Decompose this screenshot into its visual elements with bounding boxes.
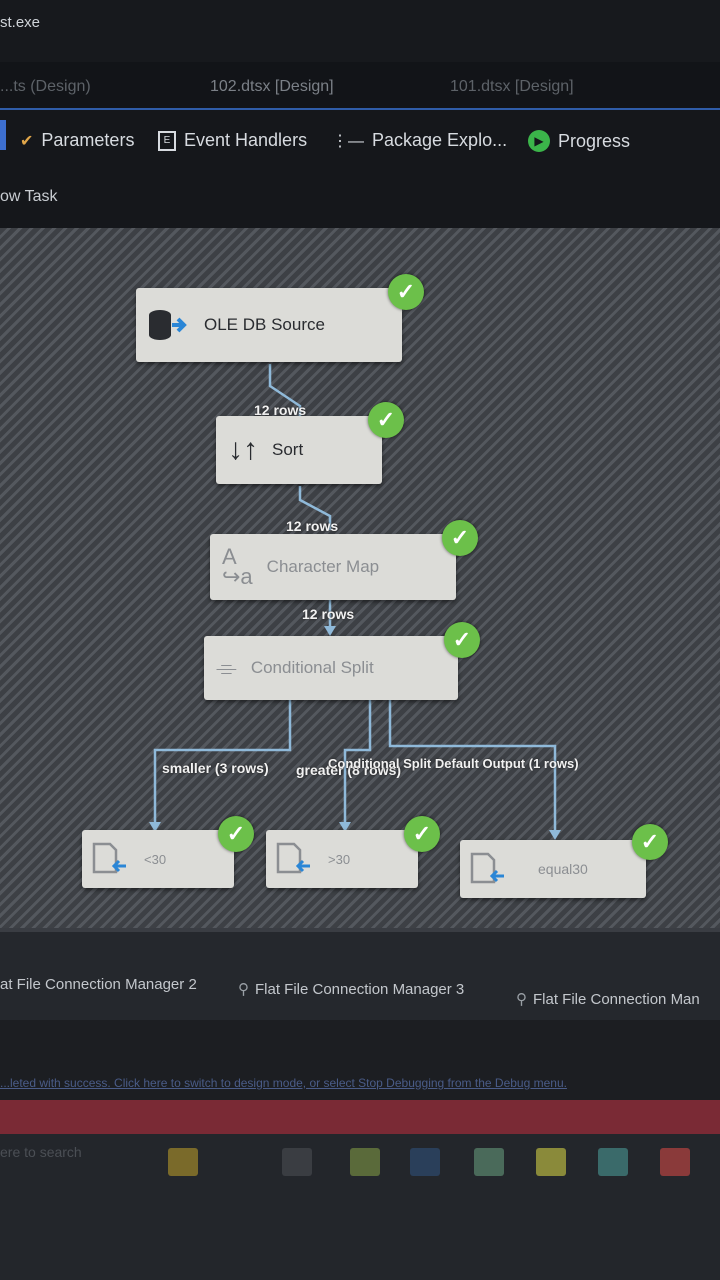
node-conditional-split[interactable]: ⌯ Conditional Split bbox=[204, 636, 458, 700]
active-tab-indicator bbox=[0, 120, 6, 150]
app-icon-1[interactable] bbox=[410, 1148, 440, 1176]
node-label: >30 bbox=[328, 851, 351, 867]
file-explorer-icon[interactable] bbox=[350, 1148, 380, 1176]
success-check-icon: ✓ bbox=[388, 274, 424, 310]
path-label-default: Conditional Split Default Output (1 rows… bbox=[328, 756, 579, 771]
app-icon-2[interactable] bbox=[474, 1148, 504, 1176]
node-destination-greater-30[interactable]: >30 bbox=[266, 830, 418, 888]
tab-progress-label: Progress bbox=[558, 130, 631, 151]
tree-icon: ⋮— bbox=[332, 132, 364, 150]
tab-parameters[interactable]: ✔ Parameters bbox=[20, 130, 134, 151]
pdf-reader-icon[interactable] bbox=[660, 1148, 690, 1176]
connection-label: at File Connection Manager 2 bbox=[0, 976, 197, 993]
success-check-icon: ✓ bbox=[632, 824, 668, 860]
task-breadcrumb-strip: ow Task bbox=[0, 172, 720, 228]
tab-parameters-label: Parameters bbox=[41, 130, 135, 150]
path-label-charmap-split: 12 rows bbox=[302, 606, 355, 622]
app-icon-3[interactable] bbox=[536, 1148, 566, 1176]
tab-package-explorer-label: Package Explo... bbox=[372, 130, 508, 150]
play-icon: ▶ bbox=[528, 130, 550, 152]
node-destination-less-30[interactable]: <30 bbox=[82, 830, 234, 888]
windows-taskbar: ere to search bbox=[0, 1134, 720, 1280]
connection-label: Flat File Connection Manager 3 bbox=[255, 980, 465, 998]
tab-progress[interactable]: ▶ Progress bbox=[528, 130, 630, 152]
node-ole-db-source[interactable]: OLE DB Source bbox=[136, 288, 402, 362]
parameters-icon: ✔ bbox=[20, 132, 34, 150]
node-label: Sort bbox=[272, 440, 304, 459]
connection-manager-2[interactable]: at File Connection Manager 2 bbox=[0, 976, 197, 993]
success-check-icon: ✓ bbox=[444, 622, 480, 658]
success-check-icon: ✓ bbox=[404, 816, 440, 852]
sort-icon: ↓↑ bbox=[228, 433, 258, 466]
connection-manager-3[interactable]: ⚲ Flat File Connection Manager 3 bbox=[238, 980, 465, 999]
tab-package-explorer[interactable]: ⋮— Package Explo... bbox=[332, 130, 507, 151]
status-bar bbox=[0, 1100, 720, 1134]
node-label: <30 bbox=[144, 851, 167, 867]
character-map-icon: A ↪a bbox=[222, 544, 253, 589]
node-label: OLE DB Source bbox=[204, 315, 325, 334]
connection-manager-4[interactable]: ⚲ Flat File Connection Man bbox=[516, 990, 700, 1009]
cortana-icon[interactable] bbox=[168, 1148, 198, 1176]
node-label: equal30 bbox=[538, 861, 588, 877]
execution-message-strip: ...leted with success. Click here to swi… bbox=[0, 1020, 720, 1100]
node-character-map[interactable]: A ↪a Character Map bbox=[210, 534, 456, 600]
node-label: Conditional Split bbox=[250, 658, 374, 677]
doc-tab-101[interactable]: 101.dtsx [Design] bbox=[450, 78, 574, 96]
connection-managers-pane: at File Connection Manager 2 ⚲ Flat File… bbox=[0, 928, 720, 1024]
database-source-icon bbox=[149, 310, 187, 340]
doc-tab-1[interactable]: ...ts (Design) bbox=[0, 78, 91, 96]
connection-label: Flat File Connection Man bbox=[533, 990, 700, 1008]
flat-file-connection-icon: ⚲ bbox=[516, 991, 527, 1008]
app-icon-4[interactable] bbox=[598, 1148, 628, 1176]
flat-file-destination-icon bbox=[470, 852, 504, 884]
conditional-split-icon: ⌯ bbox=[216, 652, 237, 682]
success-check-icon: ✓ bbox=[218, 816, 254, 852]
title-bar: st.exe bbox=[0, 0, 720, 62]
tab-event-handlers[interactable]: E Event Handlers bbox=[158, 130, 307, 151]
path-label-smaller: smaller (3 rows) bbox=[162, 760, 269, 776]
doc-tab-102[interactable]: 102.dtsx [Design] bbox=[210, 78, 334, 96]
flat-file-destination-icon bbox=[92, 842, 126, 874]
event-handler-icon: E bbox=[158, 130, 176, 151]
success-check-icon: ✓ bbox=[442, 520, 478, 556]
node-sort[interactable]: ↓↑ Sort bbox=[216, 416, 382, 484]
node-label: Character Map bbox=[266, 557, 380, 576]
document-tab-strip: ...ts (Design) 102.dtsx [Design] 101.dts… bbox=[0, 62, 720, 111]
switch-to-design-link[interactable]: ...leted with success. Click here to swi… bbox=[0, 1076, 567, 1090]
flat-file-destination-icon bbox=[276, 842, 310, 874]
data-flow-task-label: ow Task bbox=[0, 188, 58, 205]
designer-tab-bar: ✔ Parameters E Event Handlers ⋮— Package… bbox=[0, 110, 720, 172]
flat-file-connection-icon: ⚲ bbox=[238, 981, 249, 998]
data-flow-canvas[interactable]: 12 rows 12 rows 12 rows smaller (3 rows)… bbox=[0, 228, 720, 928]
taskbar-search[interactable]: ere to search bbox=[0, 1144, 82, 1160]
path-label-sort-charmap: 12 rows bbox=[286, 518, 339, 534]
tab-event-handlers-label: Event Handlers bbox=[184, 130, 308, 150]
success-check-icon: ✓ bbox=[368, 402, 404, 438]
node-destination-equal-30[interactable]: equal30 bbox=[460, 840, 646, 898]
window-title: st.exe bbox=[0, 14, 41, 31]
task-view-icon[interactable] bbox=[282, 1148, 312, 1176]
